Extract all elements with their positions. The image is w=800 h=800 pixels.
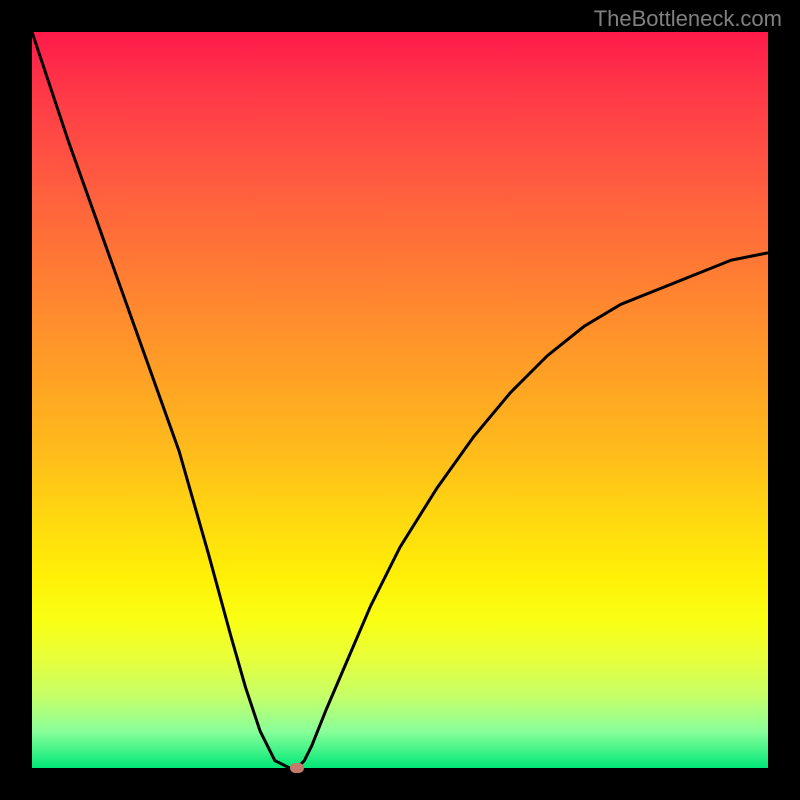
chart-plot-area (32, 32, 768, 768)
bottleneck-curve (32, 32, 768, 768)
optimal-point-marker (290, 763, 304, 773)
attribution-text: TheBottleneck.com (594, 6, 782, 32)
